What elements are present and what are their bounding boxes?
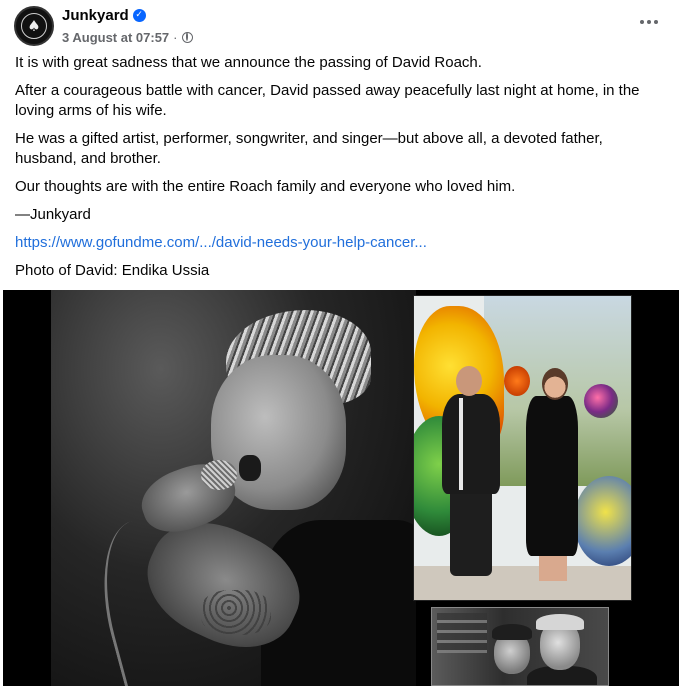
post-paragraph: After a courageous battle with cancer, D… [15,82,640,119]
woman-head [542,368,568,400]
woman-dress [526,396,578,556]
more-options-icon[interactable] [633,8,665,36]
glass-sculpture-blue [574,476,631,566]
more-dot [654,20,658,24]
more-dot [647,20,651,24]
page-avatar[interactable]: ♠ [14,6,54,46]
man-legs [450,491,492,576]
man-head [456,366,482,396]
page-name[interactable]: Junkyard [62,7,129,24]
photo-credit: Photo of David: Endika Ussia [15,262,210,279]
post-paragraph: It is with great sadness that we announc… [15,54,482,71]
bouquet [584,384,618,418]
older-man-hair [492,624,532,640]
wedding-photo [413,295,632,601]
post-paragraph: He was a gifted artist, performer, songw… [15,130,603,167]
background-shelf [437,613,487,653]
young-man-cap [536,614,584,630]
arm-tattoo [201,590,271,635]
singer-mouth [239,455,261,481]
gofundme-link[interactable]: https://www.gofundme.com/.../david-needs… [15,234,427,251]
post-image[interactable] [3,290,679,686]
shirt-stripe [459,398,463,490]
glass-sculpture-orange [504,366,530,396]
man-shirt [442,394,500,494]
more-dot [640,20,644,24]
meta-separator: · [173,30,178,45]
spade-logo-icon: ♠ [27,17,41,35]
microphone [201,460,237,490]
post-header-name-row: Junkyard ✓ [62,7,146,24]
floor [414,566,631,600]
verified-badge-icon: ✓ [132,9,146,22]
family-selfie-photo [431,607,609,686]
post-signature: —Junkyard [15,206,91,223]
post-body: It is with great sadness that we announc… [15,53,667,289]
post-paragraph: Our thoughts are with the entire Roach f… [15,178,516,195]
post-meta: 3 August at 07:57 · [62,30,193,45]
post-timestamp[interactable]: 3 August at 07:57 [62,30,169,45]
singer-photo [51,290,416,686]
globe-icon[interactable] [181,32,193,43]
facebook-post: ♠ Junkyard ✓ 3 August at 07:57 · It is w… [0,0,679,686]
post-link-row: https://www.gofundme.com/.../david-needs… [15,233,667,253]
